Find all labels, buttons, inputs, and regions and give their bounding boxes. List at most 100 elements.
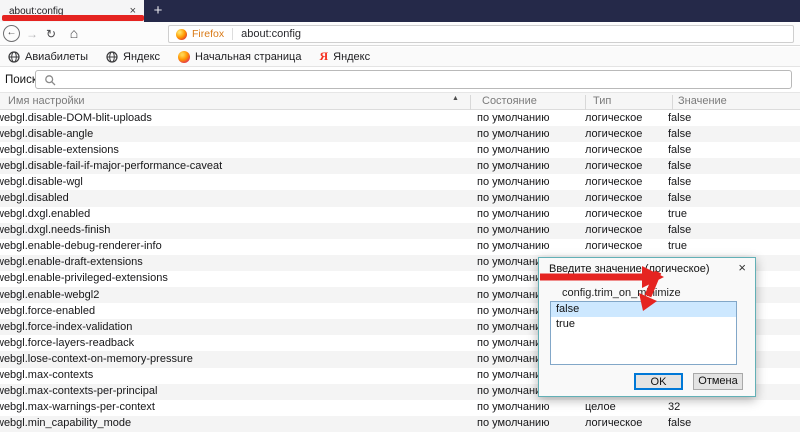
search-input[interactable] (35, 70, 792, 89)
pref-type: логическое (585, 224, 643, 237)
listbox-option-true[interactable]: true (551, 317, 736, 332)
pref-name: webgl.enable-debug-renderer-info (0, 240, 162, 253)
dialog-title: Введите значение (логическое) (549, 263, 710, 275)
table-row[interactable]: webgl.min_capability_mode по умолчанию лог… (0, 415, 800, 432)
pref-value: false (668, 127, 692, 140)
search-icon (45, 75, 56, 86)
url-text: about:config (241, 28, 302, 40)
pref-status: по умолчанию (477, 111, 550, 124)
pref-name: webgl.disable-fail-if-major-performance-… (0, 159, 223, 172)
pref-status: по умолчанию (477, 191, 550, 204)
pref-name: webgl.lose-context-on-memory-pressure (0, 352, 193, 365)
table-row[interactable]: webgl.dxgl.needs-finish по умолчанию логич… (0, 222, 800, 239)
column-header-value[interactable]: Значение (678, 95, 727, 107)
navigation-toolbar: ← → ↻ ⌂ Firefox about:config (0, 22, 800, 46)
pref-status: по умолчанию (477, 159, 550, 172)
pref-value: false (668, 191, 692, 204)
pref-type: логическое (585, 159, 643, 172)
pref-value: 32 (668, 401, 681, 414)
value-listbox[interactable]: false true (550, 301, 737, 365)
pref-name: webgl.max-contexts-per-principal (0, 385, 158, 398)
pref-name: webgl.max-warnings-per-context (0, 401, 155, 414)
pref-type: логическое (585, 240, 643, 253)
table-row[interactable]: webgl.disable-DOM-blit-uploads по умолчан… (0, 110, 800, 127)
dialog-close-icon[interactable]: × (738, 261, 746, 274)
pref-name: webgl.disabled (0, 191, 69, 204)
pref-name: webgl.force-enabled (0, 304, 96, 317)
column-header-status[interactable]: Состояние (482, 95, 537, 107)
pref-status: по умолчанию (477, 224, 550, 237)
back-icon[interactable]: ← (3, 25, 20, 42)
pref-type: логическое (585, 111, 643, 124)
column-header-name[interactable]: Имя настройки (8, 95, 85, 107)
pref-name: webgl.enable-webgl2 (0, 288, 100, 301)
table-row[interactable]: webgl.max-warnings-per-context по умолчан… (0, 399, 800, 416)
forward-icon[interactable]: → (25, 26, 39, 42)
table-row[interactable]: webgl.disabled по умолчанию логическое fals… (0, 190, 800, 207)
enter-value-dialog: Введите значение (логическое) × config.t… (538, 257, 756, 397)
pref-status: по умолчанию (477, 143, 550, 156)
address-bar[interactable]: Firefox about:config (168, 25, 794, 43)
new-tab-button[interactable]: + (147, 0, 169, 22)
pref-status: по умолчанию (477, 240, 550, 253)
table-row[interactable]: webgl.disable-extensions по умолчанию логи… (0, 142, 800, 159)
red-underline-annotation (2, 15, 144, 21)
pref-status: по умолчанию (477, 127, 550, 140)
tab-bar: about:config × + (0, 0, 800, 22)
pref-value: true (668, 240, 687, 253)
bookmark-item[interactable]: Я Яндекс (319, 49, 370, 64)
firefox-logo-icon (176, 28, 187, 40)
pref-name: webgl.force-layers-readback (0, 336, 135, 349)
pref-name: webgl.disable-DOM-blit-uploads (0, 111, 152, 124)
pref-name: webgl.disable-extensions (0, 143, 119, 156)
pref-status: по умолчанию (477, 175, 550, 188)
firefox-ball-icon (178, 50, 191, 63)
pref-name: webgl.max-contexts (0, 369, 94, 381)
table-row[interactable]: webgl.dxgl.enabled по умолчанию логическое… (0, 206, 800, 223)
pref-status: по умолчанию (477, 208, 550, 221)
yandex-icon: Я (319, 49, 329, 63)
bookmark-item[interactable]: Яндекс (106, 51, 160, 63)
config-search-row: Поиск: (0, 67, 800, 92)
home-icon[interactable]: ⌂ (66, 25, 82, 42)
bookmark-item[interactable]: Авиабилеты (8, 51, 88, 63)
pref-name: webgl.dxgl.needs-finish (0, 224, 111, 237)
pref-value: false (668, 224, 692, 237)
pref-value: false (668, 111, 692, 124)
table-row[interactable]: webgl.disable-wgl по умолчанию логическое f… (0, 174, 800, 191)
pref-name: webgl.enable-privileged-extensions (0, 272, 168, 285)
table-row[interactable]: webgl.disable-angle по умолчанию логическо… (0, 126, 800, 143)
bookmark-label: Начальная страница (195, 50, 302, 63)
pref-name: webgl.enable-draft-extensions (0, 256, 143, 269)
bookmark-label: Яндекс (333, 50, 371, 63)
pref-value: false (668, 175, 692, 188)
table-row[interactable]: webgl.enable-debug-renderer-info по умолч… (0, 238, 800, 255)
bookmark-label: Авиабилеты (25, 50, 89, 63)
pref-value: false (668, 417, 692, 430)
bookmark-item[interactable]: Начальная страница (178, 50, 302, 63)
pref-type: целое (585, 401, 616, 414)
ok-button[interactable]: OK (634, 373, 683, 390)
pref-value: false (668, 159, 692, 172)
pref-status: по умолчанию (477, 417, 550, 430)
pref-type: логическое (585, 417, 643, 430)
pref-name: webgl.force-index-validation (0, 320, 133, 333)
bookmark-label: Яндекс (123, 50, 161, 63)
pref-table-header: Имя настройки ▲ Состояние Тип Значение (0, 92, 800, 112)
listbox-option-false[interactable]: false (551, 302, 736, 317)
reload-icon[interactable]: ↻ (44, 26, 58, 42)
table-row[interactable]: webgl.disable-fail-if-major-performance-… (0, 158, 800, 175)
pref-value: false (668, 143, 692, 156)
pref-status: по умолчанию (477, 401, 550, 414)
cancel-button[interactable]: Отмена (693, 373, 743, 390)
column-header-type[interactable]: Тип (593, 95, 611, 107)
pref-name: webgl.disable-angle (0, 127, 94, 140)
pref-name: webgl.disable-wgl (0, 175, 83, 188)
firefox-window: about:config × + ← → ↻ ⌂ Firefox about:c… (0, 0, 800, 432)
pref-type: логическое (585, 175, 643, 188)
pref-type: логическое (585, 208, 643, 221)
url-separator (232, 28, 234, 40)
pref-name: webgl.min_capability_mode (0, 417, 132, 430)
globe-icon (8, 50, 20, 63)
pref-type: логическое (585, 191, 643, 204)
